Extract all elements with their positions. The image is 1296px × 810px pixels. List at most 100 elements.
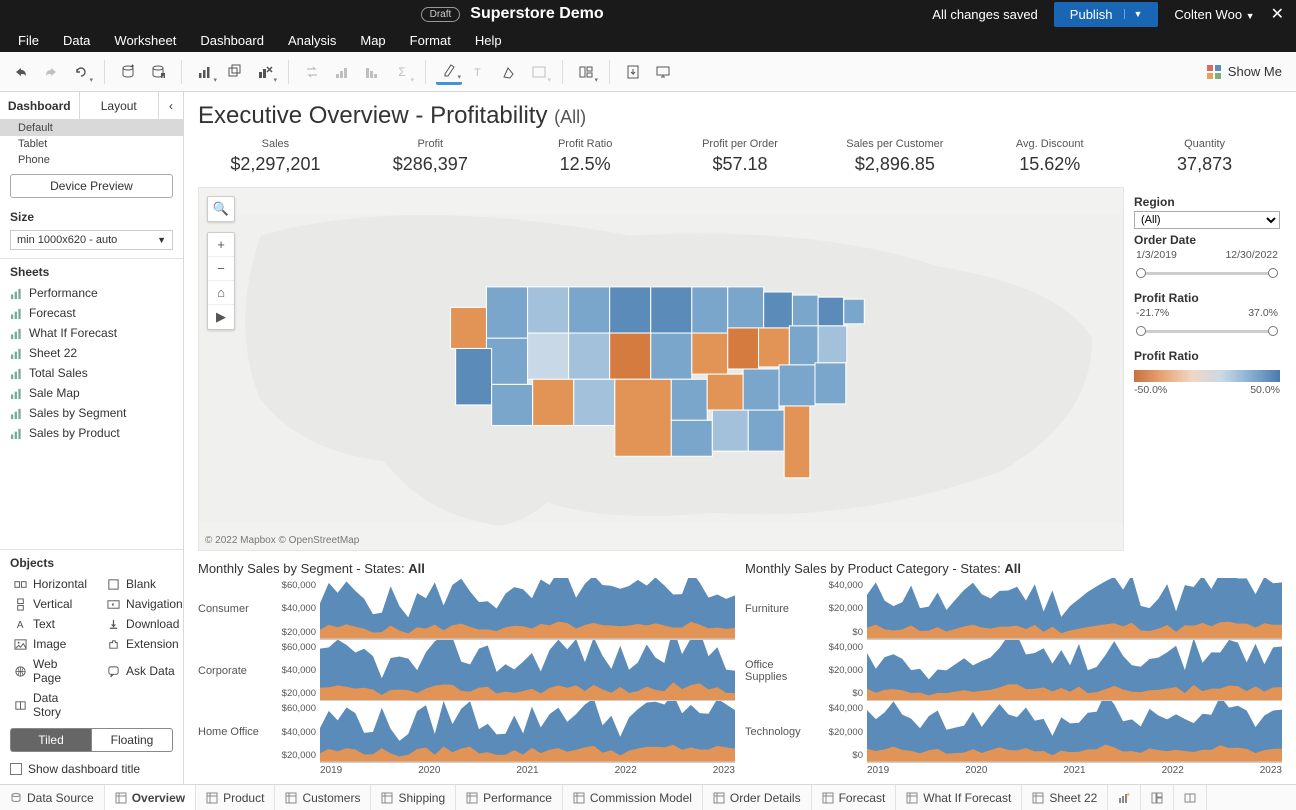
object-item[interactable]: Data Story	[4, 688, 97, 722]
map-zoom-in[interactable]: +	[208, 233, 234, 257]
map-search-icon[interactable]: 🔍	[208, 197, 234, 221]
sheet-tab[interactable]: Overview	[105, 785, 196, 810]
highlight-button[interactable]: ▾	[436, 59, 462, 85]
pr-slider[interactable]	[1136, 325, 1278, 339]
sort-desc-button[interactable]	[359, 59, 385, 85]
swap-button[interactable]	[299, 59, 325, 85]
fit-button[interactable]: ▾	[526, 59, 552, 85]
tab-layout[interactable]: Layout	[80, 92, 160, 119]
sheet-tab[interactable]: Product	[196, 785, 275, 810]
undo-button[interactable]	[8, 59, 34, 85]
menu-file[interactable]: File	[6, 30, 51, 51]
sheet-item[interactable]: Sheet 22	[0, 343, 183, 363]
totals-button[interactable]: Σ▾	[389, 59, 415, 85]
object-item[interactable]: Ask Data	[97, 654, 193, 688]
date-slider[interactable]	[1136, 267, 1278, 281]
labels-button[interactable]: T	[466, 59, 492, 85]
menubar: File Data Worksheet Dashboard Analysis M…	[0, 28, 1296, 52]
tab-datasource[interactable]: Data Source	[0, 785, 105, 810]
sheet-item[interactable]: Performance	[0, 283, 183, 303]
show-me-button[interactable]: Show Me	[1200, 64, 1288, 80]
new-datasource-button[interactable]	[115, 59, 141, 85]
map-pan-icon[interactable]: ▶	[208, 305, 234, 329]
sheet-item[interactable]: Forecast	[0, 303, 183, 323]
toggle-floating[interactable]: Floating	[92, 728, 173, 752]
sheet-tab[interactable]: Customers	[275, 785, 371, 810]
sheet-item[interactable]: What If Forecast	[0, 323, 183, 343]
map-zoom-tools: + − ⌂ ▶	[207, 232, 235, 330]
device-default[interactable]: Default	[0, 120, 183, 136]
publish-button[interactable]: Publish▼	[1054, 2, 1159, 27]
object-item[interactable]: Vertical	[4, 594, 97, 614]
menu-analysis[interactable]: Analysis	[276, 30, 348, 51]
object-item[interactable]: Web Page	[4, 654, 97, 688]
clear-button[interactable]: ▾	[252, 59, 278, 85]
close-icon[interactable]: ✕	[1271, 4, 1284, 24]
dashboard-title: Executive Overview - Profitability (All)	[198, 100, 1282, 136]
revert-button[interactable]: ▾	[68, 59, 94, 85]
present-button[interactable]	[650, 59, 676, 85]
object-item[interactable]: Image	[4, 634, 97, 654]
size-heading: Size	[0, 204, 183, 228]
object-item[interactable]: Download	[97, 614, 193, 634]
sort-asc-button[interactable]	[329, 59, 355, 85]
new-sheet-button[interactable]: +	[1108, 785, 1141, 810]
segment-title: Monthly Sales by Segment - States: All	[198, 561, 735, 578]
size-select[interactable]: min 1000x620 - auto▼	[10, 230, 173, 250]
download-button[interactable]	[620, 59, 646, 85]
publish-dropdown-icon[interactable]: ▼	[1124, 9, 1142, 19]
sheet-item[interactable]: Total Sales	[0, 363, 183, 383]
device-tablet[interactable]: Tablet	[0, 136, 183, 152]
kpi: Sales per Customer$2,896.85	[817, 138, 972, 175]
menu-format[interactable]: Format	[398, 30, 463, 51]
kpi: Profit per Order$57.18	[663, 138, 818, 175]
collapse-pane-icon[interactable]: ‹	[159, 92, 183, 119]
device-list: Default Tablet Phone	[0, 120, 183, 168]
object-item[interactable]: Extension	[97, 634, 193, 654]
sheet-tab[interactable]: What If Forecast	[896, 785, 1022, 810]
region-select[interactable]: (All)	[1134, 211, 1280, 229]
new-worksheet-button[interactable]: ▾	[192, 59, 218, 85]
object-item[interactable]: Horizontal	[4, 574, 97, 594]
dashboard-size-button[interactable]: ▾	[573, 59, 599, 85]
sheet-item[interactable]: Sales by Segment	[0, 403, 183, 423]
sheet-tab[interactable]: Shipping	[371, 785, 456, 810]
titlebar: Draft Superstore Demo All changes saved …	[0, 0, 1296, 52]
kpi: Quantity37,873	[1127, 138, 1282, 175]
map-home-icon[interactable]: ⌂	[208, 281, 234, 305]
sheet-tab[interactable]: Commission Model	[563, 785, 703, 810]
profit-ratio-legend-label: Profit Ratio	[1134, 345, 1280, 365]
tab-dashboard[interactable]: Dashboard	[0, 92, 80, 119]
object-item[interactable]: Navigation	[97, 594, 193, 614]
device-phone[interactable]: Phone	[0, 152, 183, 168]
new-dashboard-button[interactable]	[1141, 785, 1174, 810]
new-story-button[interactable]	[1174, 785, 1207, 810]
sheets-list: PerformanceForecastWhat If ForecastSheet…	[0, 283, 183, 443]
map-view[interactable]: 🔍 + − ⌂ ▶ © 2022 Mapbox © OpenStreetMap	[198, 187, 1124, 551]
user-menu[interactable]: Colten Woo ▼	[1174, 7, 1254, 22]
sheet-item[interactable]: Sales by Product	[0, 423, 183, 443]
show-title-checkbox[interactable]: Show dashboard title	[0, 758, 183, 784]
sheet-tab[interactable]: Performance	[456, 785, 563, 810]
sheet-tab[interactable]: Order Details	[703, 785, 812, 810]
menu-worksheet[interactable]: Worksheet	[102, 30, 188, 51]
region-label: Region	[1134, 191, 1280, 211]
sheet-item[interactable]: Sale Map	[0, 383, 183, 403]
device-preview-button[interactable]: Device Preview	[10, 174, 173, 198]
sheet-tabs: Data SourceOverviewProductCustomersShipp…	[0, 784, 1296, 810]
toggle-tiled[interactable]: Tiled	[10, 728, 92, 752]
sheet-tab[interactable]: Forecast	[812, 785, 897, 810]
menu-map[interactable]: Map	[348, 30, 397, 51]
duplicate-button[interactable]	[222, 59, 248, 85]
pause-data-button[interactable]	[145, 59, 171, 85]
map-zoom-out[interactable]: −	[208, 257, 234, 281]
format-button[interactable]	[496, 59, 522, 85]
menu-data[interactable]: Data	[51, 30, 102, 51]
menu-dashboard[interactable]: Dashboard	[188, 30, 276, 51]
sheet-tab[interactable]: Sheet 22	[1022, 785, 1108, 810]
toolbar: ▾ ▾ ▾ Σ▾ ▾ T ▾ ▾ Show Me	[0, 52, 1296, 92]
object-item[interactable]: Blank	[97, 574, 193, 594]
object-item[interactable]: AText	[4, 614, 97, 634]
menu-help[interactable]: Help	[463, 30, 514, 51]
redo-button[interactable]	[38, 59, 64, 85]
